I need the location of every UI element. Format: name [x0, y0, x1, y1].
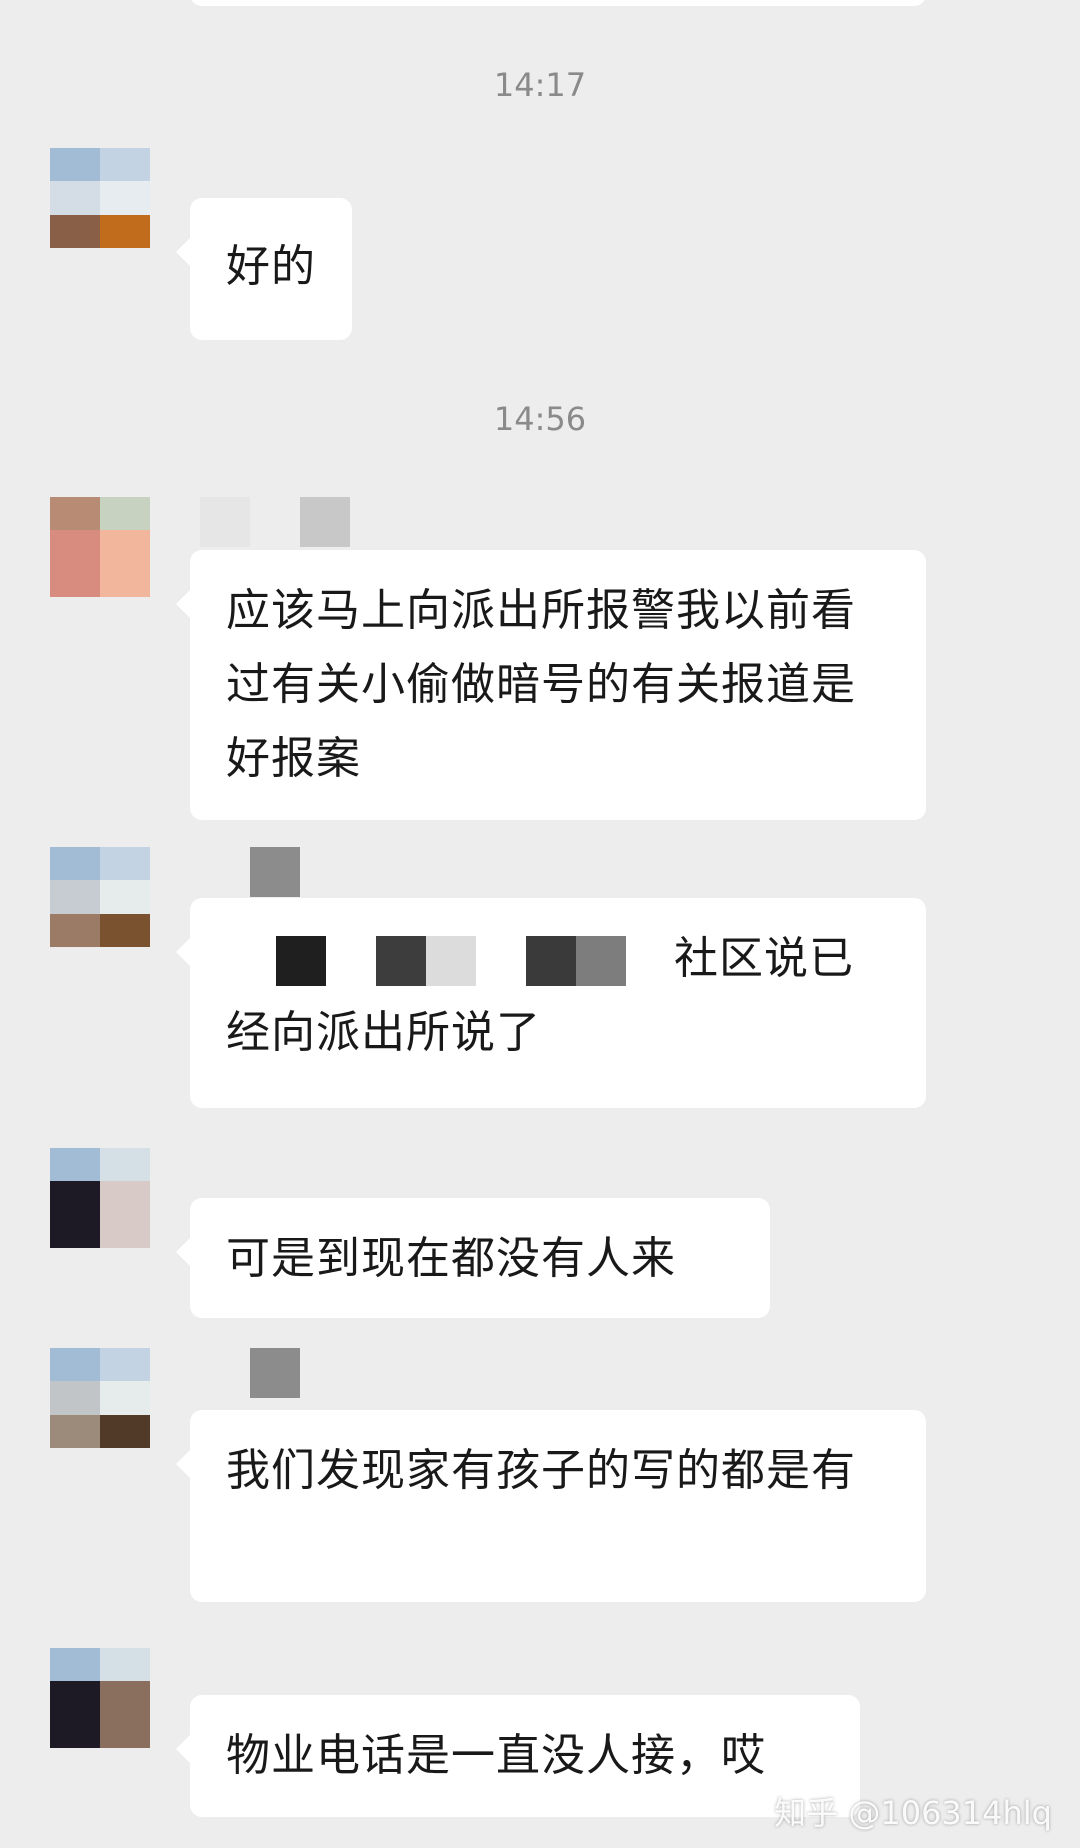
sender-name-redacted [250, 847, 300, 897]
message-bubble[interactable]: 社区说已经向派出所说了 [176, 898, 926, 1108]
redacted-mosaic [226, 936, 626, 986]
message-text: 应该马上向派出所报警我以前看过有关小偷做暗号的有关报道是好报案 [226, 585, 856, 784]
timestamp: 14:17 [493, 66, 587, 104]
timestamp: 14:56 [493, 400, 587, 438]
message-bubble[interactable]: 可是到现在都没有人来 [176, 1198, 770, 1318]
message-text: 物业电话是一直没人接，哎 [226, 1730, 766, 1781]
avatar[interactable] [50, 1648, 150, 1748]
sender-name-redacted [250, 1348, 300, 1398]
avatar[interactable] [50, 148, 150, 248]
message-bubble[interactable]: 应该马上向派出所报警我以前看过有关小偷做暗号的有关报道是好报案 [176, 550, 926, 820]
message-text: 可是到现在都没有人来 [226, 1233, 676, 1284]
sender-name-redacted [200, 497, 350, 547]
avatar[interactable] [50, 1148, 150, 1248]
message-bubble[interactable]: 我们发现家有孩子的写的都是有 [176, 1410, 926, 1602]
message-text: 我们发现家有孩子的写的都是有 [226, 1445, 856, 1496]
watermark: 知乎 @106314hlq [774, 1794, 1052, 1832]
message-bubble[interactable]: 物业电话是一直没人接，哎 [176, 1695, 860, 1817]
avatar[interactable] [50, 847, 150, 947]
message-text: 好的 [226, 241, 316, 292]
avatar[interactable] [50, 1348, 150, 1448]
avatar[interactable] [50, 497, 150, 597]
message-bubble[interactable]: 好的 [176, 198, 352, 340]
previous-message-bubble[interactable] [190, 0, 926, 6]
